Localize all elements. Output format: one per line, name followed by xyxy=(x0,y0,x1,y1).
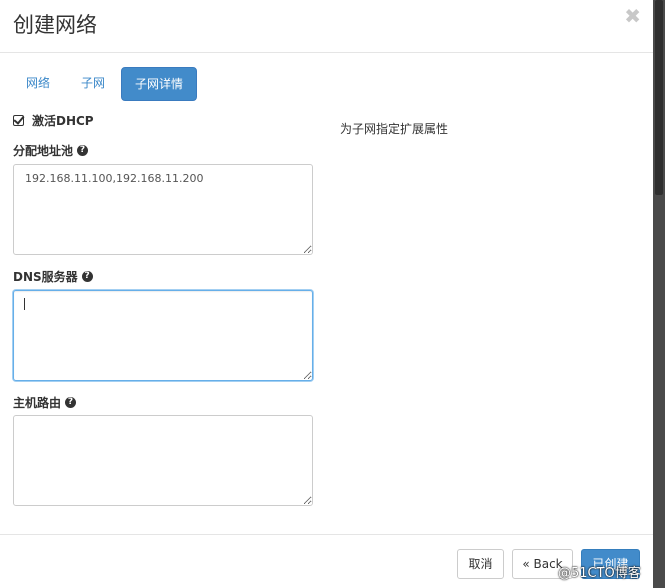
help-description: 为子网指定扩展属性 xyxy=(340,122,449,136)
question-circle-icon[interactable]: ? xyxy=(81,271,93,282)
tab-subnet-details[interactable]: 子网详情 xyxy=(121,67,197,101)
enable-dhcp-checkbox[interactable]: 激活DHCP xyxy=(13,112,94,128)
question-circle-icon[interactable]: ? xyxy=(77,145,89,156)
allocation-pools-label-text: 分配地址池 xyxy=(13,144,74,158)
modal-title: 创建网络 xyxy=(13,13,97,37)
modal-footer: 取消 « Back 已创建 xyxy=(0,534,653,588)
modal-header: 创建网络 ✖ xyxy=(0,0,653,53)
host-routes-label-text: 主机路由 xyxy=(13,396,62,410)
tab-subnet[interactable]: 子网 xyxy=(69,67,117,101)
question-circle-icon[interactable]: ? xyxy=(65,397,77,408)
text-caret xyxy=(24,298,25,310)
create-network-modal: 创建网络 ✖ 网络 子网 子网详情 激活DHCP 分配地址池 ? 192.168… xyxy=(0,0,653,588)
dns-servers-textarea[interactable] xyxy=(13,290,313,381)
close-icon[interactable]: ✖ xyxy=(624,6,641,26)
cancel-button[interactable]: 取消 xyxy=(457,549,504,579)
checkbox-checked-icon[interactable] xyxy=(13,114,24,126)
dns-servers-label-text: DNS服务器 xyxy=(13,270,78,284)
allocation-pools-textarea[interactable]: 192.168.11.100,192.168.11.200 xyxy=(13,164,313,255)
scrollbar-thumb[interactable] xyxy=(655,0,663,195)
dns-servers-label: DNS服务器 ? xyxy=(13,268,93,285)
host-routes-textarea[interactable] xyxy=(13,415,313,506)
watermark: @51CTO博客 xyxy=(558,566,641,581)
host-routes-label: 主机路由 ? xyxy=(13,394,77,411)
allocation-pools-label: 分配地址池 ? xyxy=(13,142,89,159)
tab-network[interactable]: 网络 xyxy=(13,67,63,101)
enable-dhcp-label: 激活DHCP xyxy=(32,113,94,128)
